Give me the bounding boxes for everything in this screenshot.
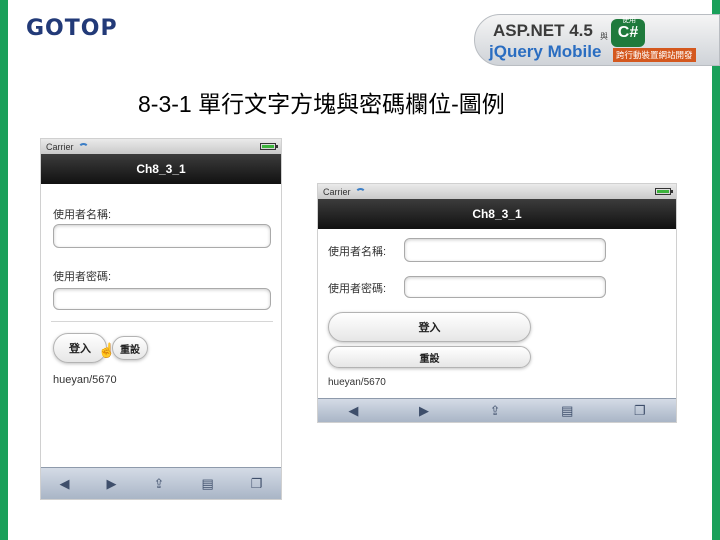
username-label: 使用者名稱: [53, 209, 112, 221]
battery-icon [260, 143, 278, 150]
carrier-label: Carrier [323, 186, 351, 197]
banner-subtitle: 跨行動裝置網站開發 [613, 48, 696, 62]
banner-and-text: 與 [600, 32, 608, 41]
banner-use-text: 使用 [622, 17, 636, 24]
reset-button[interactable]: 重設 [112, 336, 148, 360]
back-arrow-icon[interactable]: ◀ [348, 403, 358, 419]
password-label: 使用者密碼: [53, 271, 112, 283]
password-label: 使用者密碼: [328, 283, 387, 295]
password-input[interactable] [53, 288, 271, 310]
bookmarks-icon[interactable]: ▤ [561, 403, 573, 419]
username-input[interactable] [53, 224, 271, 248]
gotop-logo: GOTOP [26, 16, 118, 41]
header-title: Ch8_3_1 [136, 162, 186, 176]
left-edge-bar [0, 0, 8, 540]
divider [51, 321, 273, 322]
forward-arrow-icon[interactable]: ▶ [107, 476, 117, 492]
result-text: hueyan/5670 [328, 377, 386, 388]
back-arrow-icon[interactable]: ◀ [60, 476, 70, 492]
share-icon[interactable]: ⇪ [154, 476, 165, 492]
wifi-icon [354, 188, 366, 195]
header-title: Ch8_3_1 [472, 207, 522, 221]
battery-icon [655, 188, 673, 195]
wifi-icon [77, 143, 89, 150]
phone-landscape-screen: Carrier Ch8_3_1 使用者名稱: 使用者密碼: 登入 重設 huey… [317, 183, 677, 423]
book-banner: ASP.NET 4.5 jQuery Mobile 與 使用 C# 跨行動裝置網… [474, 14, 720, 66]
bookmarks-icon[interactable]: ▤ [201, 476, 213, 492]
status-bar: Carrier [318, 184, 676, 199]
username-input[interactable] [404, 238, 606, 262]
browser-toolbar: ◀ ▶ ⇪ ▤ ❐ [318, 398, 676, 422]
carrier-label: Carrier [46, 141, 74, 152]
right-edge-bar [712, 0, 720, 540]
result-text: hueyan/5670 [53, 374, 117, 386]
login-button[interactable]: 登入 [328, 312, 531, 342]
username-label: 使用者名稱: [328, 246, 387, 258]
slide-title: 8-3-1 單行文字方塊與密碼欄位-圖例 [138, 91, 505, 117]
banner-aspnet-text: ASP.NET 4.5 [493, 21, 593, 40]
tabs-icon[interactable]: ❐ [251, 476, 263, 492]
share-icon[interactable]: ⇪ [490, 403, 501, 419]
status-bar: Carrier [41, 139, 281, 154]
phone-portrait-screen: Carrier Ch8_3_1 使用者名稱: 使用者密碼: 登入 ☝ 重設 hu… [40, 138, 282, 500]
password-input[interactable] [404, 276, 606, 298]
browser-toolbar: ◀ ▶ ⇪ ▤ ❐ [41, 467, 281, 499]
page-header: Ch8_3_1 [41, 154, 281, 184]
page-header: Ch8_3_1 [318, 199, 676, 229]
banner-jqm-text: jQuery Mobile [489, 42, 602, 61]
forward-arrow-icon[interactable]: ▶ [419, 403, 429, 419]
tabs-icon[interactable]: ❐ [634, 403, 646, 419]
reset-button[interactable]: 重設 [328, 346, 531, 368]
